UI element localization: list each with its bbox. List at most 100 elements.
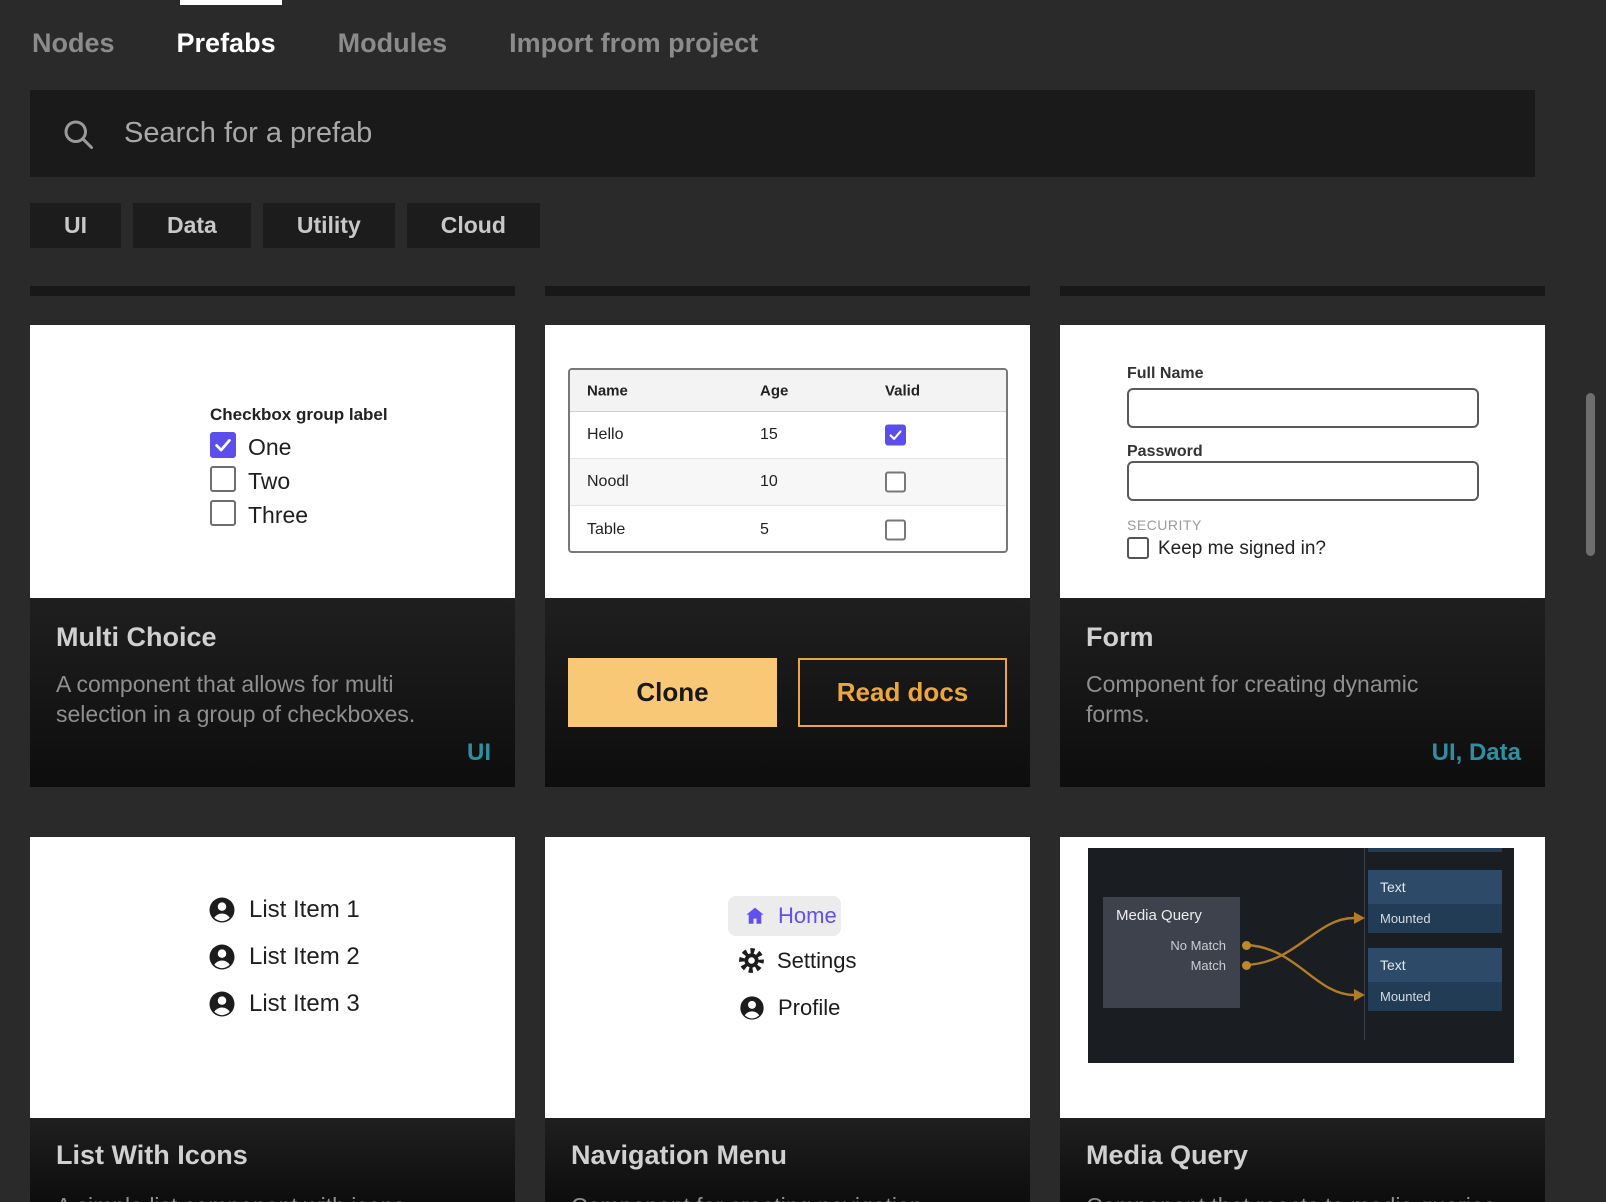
table-header-age: Age <box>760 382 788 399</box>
nav-item-label: Profile <box>778 995 840 1021</box>
node-output-no-match: No Match <box>1170 938 1226 953</box>
table-valid-checkbox[interactable] <box>885 472 906 493</box>
table-header-name: Name <box>587 382 628 399</box>
security-section-label: SECURITY <box>1127 517 1202 533</box>
card-description: A component that allows for multi select… <box>56 669 456 729</box>
tab-modules[interactable]: Modules <box>338 28 448 59</box>
nav-item-label: Home <box>778 903 837 929</box>
card-row-divider <box>545 286 1030 296</box>
card-row-divider <box>30 286 515 296</box>
person-circle-icon <box>738 994 766 1022</box>
card-row-divider <box>1060 286 1545 296</box>
table-cell-name: Noodl <box>587 473 629 491</box>
node-graph-image: Media Query No Match Match Text Mounted … <box>1088 848 1514 1063</box>
card-tags: UI <box>467 739 491 767</box>
gear-icon <box>738 947 765 974</box>
card-media-query-info[interactable]: Media Query Component that reacts to med… <box>1060 1118 1545 1202</box>
card-navigation-menu-info[interactable]: Navigation Menu Component for creating n… <box>545 1118 1030 1202</box>
table-cell-age: 5 <box>760 521 769 539</box>
list-item: List Item 3 <box>207 989 360 1019</box>
keep-signed-in-checkbox[interactable] <box>1127 537 1149 559</box>
tab-prefabs[interactable]: Prefabs <box>177 28 276 59</box>
table-header-row: Name Age Valid <box>570 370 1006 412</box>
filter-utility[interactable]: Utility <box>263 203 395 248</box>
nav-item-home[interactable]: Home <box>728 896 841 936</box>
node-title: Media Query <box>1103 897 1240 924</box>
tab-nodes[interactable]: Nodes <box>32 28 115 59</box>
category-filters: UI Data Utility Cloud <box>30 203 540 248</box>
scrollbar-thumb[interactable] <box>1586 393 1595 556</box>
search-bar[interactable] <box>30 90 1535 177</box>
card-form-preview[interactable]: Full Name Password SECURITY Keep me sign… <box>1060 325 1545 598</box>
prefab-picker-screen: Nodes Prefabs Modules Import from projec… <box>0 0 1606 1202</box>
card-list-with-icons-info[interactable]: List With Icons A simple list component … <box>30 1118 515 1202</box>
card-description: A simple list component with icons. <box>56 1191 489 1202</box>
card-title: Multi Choice <box>56 622 489 653</box>
text-node: Text Mounted <box>1368 948 1502 1011</box>
active-tab-indicator <box>180 0 282 5</box>
table-row: Hello 15 <box>570 412 1006 459</box>
filter-cloud[interactable]: Cloud <box>407 203 540 248</box>
filter-ui[interactable]: UI <box>30 203 121 248</box>
node-port-mounted: Mounted <box>1368 982 1502 1011</box>
person-circle-icon <box>207 895 237 925</box>
card-title: Navigation Menu <box>571 1140 1004 1171</box>
nav-item-profile[interactable]: Profile <box>738 994 840 1022</box>
checkbox-group-label: Checkbox group label <box>210 405 388 425</box>
card-description: Component for creating dynamic forms. <box>1086 669 1486 729</box>
nav-item-label: Settings <box>777 948 857 974</box>
list-item-label: List Item 3 <box>249 990 360 1018</box>
card-multi-choice-info[interactable]: Multi Choice A component that allows for… <box>30 598 515 787</box>
password-input[interactable] <box>1127 461 1479 501</box>
list-item: List Item 2 <box>207 942 360 972</box>
nav-item-settings[interactable]: Settings <box>738 947 857 974</box>
media-query-node: Media Query No Match Match <box>1103 897 1240 1008</box>
table-cell-age: 15 <box>760 426 778 444</box>
text-node-clipped <box>1368 848 1502 852</box>
card-navigation-menu-preview[interactable]: Home Settings Profile <box>545 837 1030 1118</box>
card-description: Component for creating navigation. <box>571 1191 1004 1202</box>
checkbox-three[interactable] <box>210 500 236 526</box>
clone-button[interactable]: Clone <box>568 658 777 727</box>
checkbox-two[interactable] <box>210 466 236 492</box>
card-media-query-preview[interactable]: Media Query No Match Match Text Mounted … <box>1060 837 1545 1118</box>
checkbox-one-label: One <box>248 434 291 461</box>
read-docs-button[interactable]: Read docs <box>798 658 1007 727</box>
table-valid-checkbox[interactable] <box>885 425 906 446</box>
port-dot <box>1242 961 1251 970</box>
node-port-mounted: Mounted <box>1368 904 1502 933</box>
search-input[interactable] <box>124 117 1324 150</box>
checkbox-two-label: Two <box>248 468 290 495</box>
table-cell-name: Hello <box>587 426 623 444</box>
table-row: Noodl 10 <box>570 459 1006 506</box>
table-header-valid: Valid <box>885 382 920 399</box>
filter-data[interactable]: Data <box>133 203 251 248</box>
tab-import-from-project[interactable]: Import from project <box>509 28 758 59</box>
card-title: Media Query <box>1086 1140 1519 1171</box>
card-multi-choice-preview[interactable]: Checkbox group label One Two Three <box>30 325 515 598</box>
card-table-preview[interactable]: Name Age Valid Hello 15 Noodl 10 Table 5 <box>545 325 1030 598</box>
node-title: Text <box>1368 948 1502 982</box>
card-form-info[interactable]: Form Component for creating dynamic form… <box>1060 598 1545 787</box>
text-node: Text Mounted <box>1368 870 1502 933</box>
card-title: List With Icons <box>56 1140 489 1171</box>
password-label: Password <box>1127 443 1203 461</box>
preview-table: Name Age Valid Hello 15 Noodl 10 Table 5 <box>568 368 1008 553</box>
full-name-input[interactable] <box>1127 388 1479 428</box>
card-tags: UI, Data <box>1432 739 1521 767</box>
node-title: Text <box>1368 870 1502 904</box>
table-row: Table 5 <box>570 506 1006 553</box>
person-circle-icon <box>207 989 237 1019</box>
checkbox-three-label: Three <box>248 502 308 529</box>
table-cell-name: Table <box>587 521 625 539</box>
table-valid-checkbox[interactable] <box>885 519 906 540</box>
card-table-info: Clone Read docs <box>545 598 1030 787</box>
card-list-with-icons-preview[interactable]: List Item 1 List Item 2 List Item 3 <box>30 837 515 1118</box>
keep-signed-in-label: Keep me signed in? <box>1158 538 1326 560</box>
checkbox-one[interactable] <box>210 432 236 458</box>
full-name-label: Full Name <box>1127 365 1203 383</box>
list-item: List Item 1 <box>207 895 360 925</box>
card-description: Component that reacts to media queries. <box>1086 1191 1519 1202</box>
person-circle-icon <box>207 942 237 972</box>
list-item-label: List Item 2 <box>249 943 360 971</box>
